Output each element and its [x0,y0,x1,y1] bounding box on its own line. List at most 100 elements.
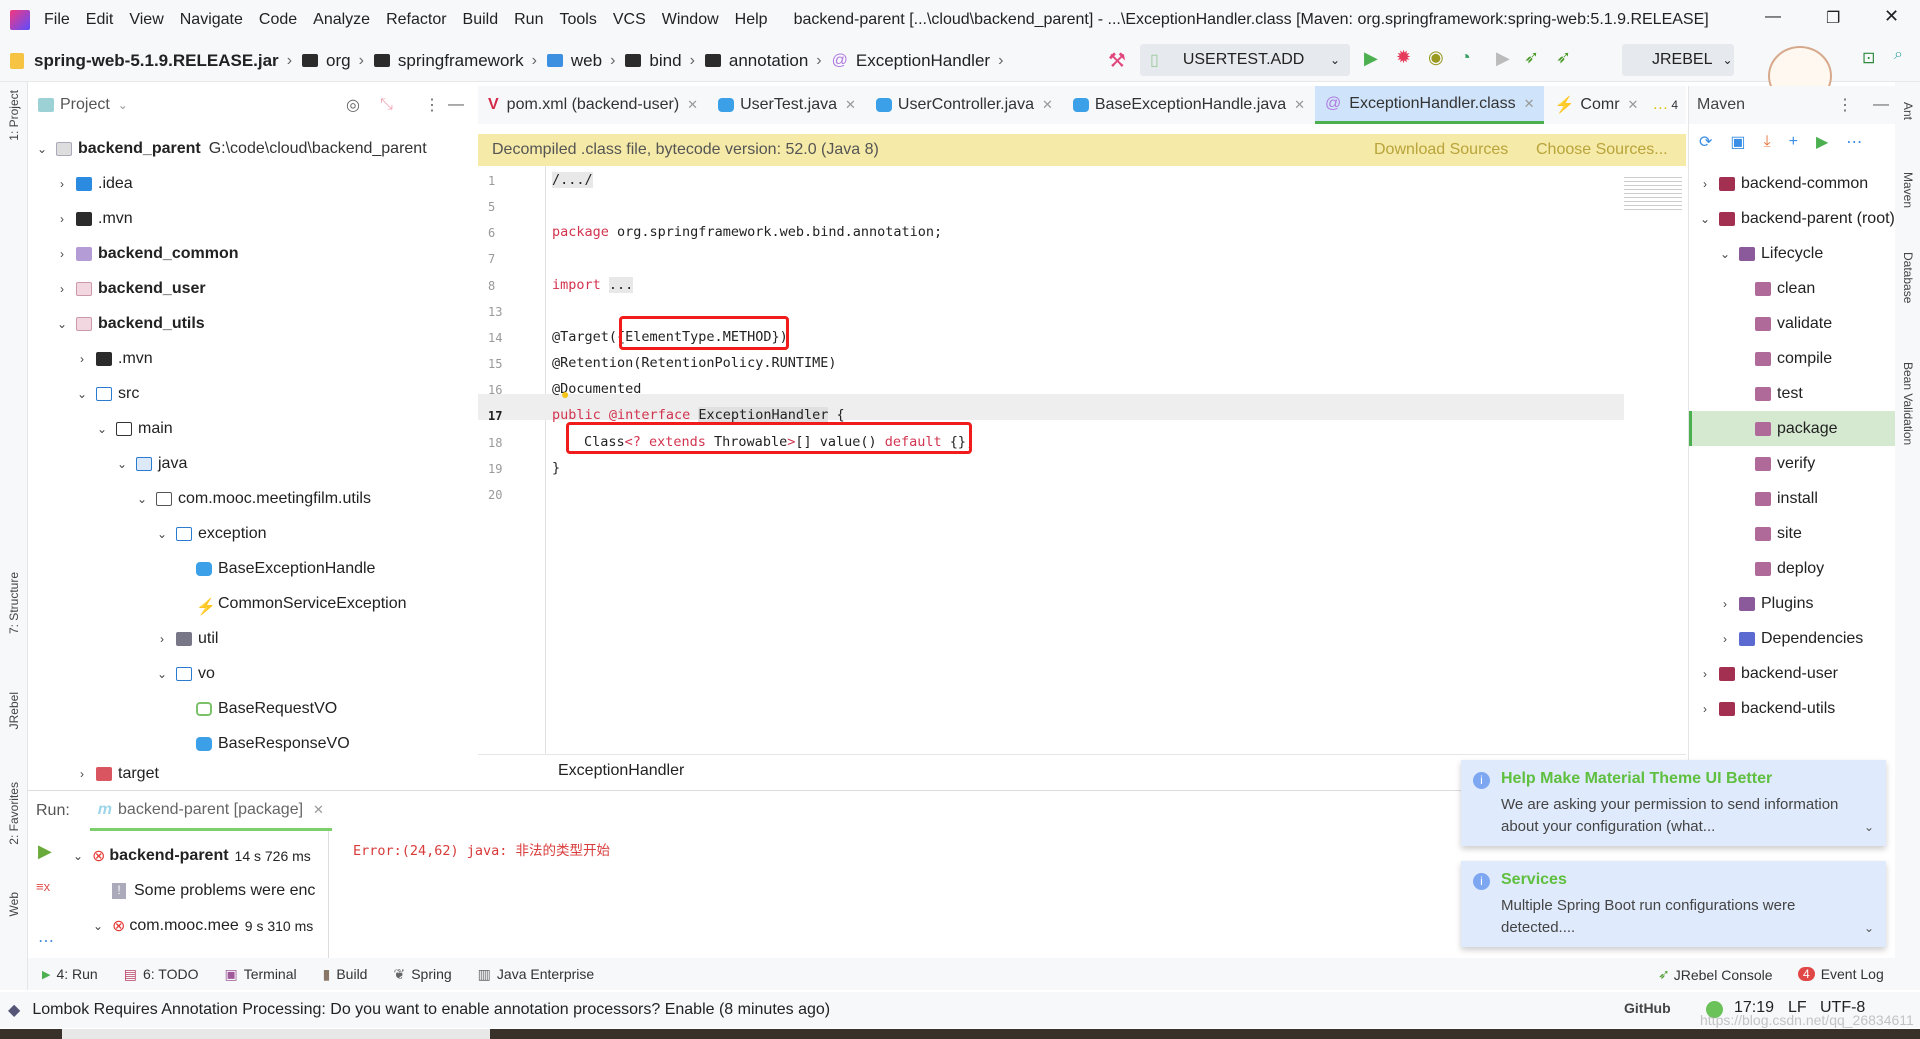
menu-help[interactable]: Help [735,11,768,29]
menu-navigate[interactable]: Navigate [180,11,243,29]
ant-tool-button[interactable]: Ant [1901,102,1915,120]
tree-root[interactable]: ⌄ backend_parent G:\code\cloud\backend_par… [34,131,427,166]
tree-item-java[interactable]: ⌄ java [114,446,187,481]
more-options-icon[interactable]: ⋮ [1837,95,1853,115]
tree-item-backend-utils[interactable]: ⌄ backend_utils [54,306,205,341]
menu-build[interactable]: Build [463,11,499,29]
close-icon[interactable]: ✕ [1524,96,1535,112]
close-icon[interactable]: ✕ [845,97,856,113]
tab-comr[interactable]: ⚡ Comr ✕ [1544,86,1648,124]
menu-run[interactable]: Run [514,11,543,29]
run-tree-item-backend-parent[interactable]: ⌄ ⊗ backend-parent 14 s 726 ms [70,838,311,873]
maven-item-backend-common[interactable]: › backend-common [1697,166,1868,201]
tree-item-baseexceptionhandle[interactable]: BaseExceptionHandle [196,551,375,586]
tree-item-backend-common[interactable]: › backend_common [54,236,238,271]
maven-goal-site[interactable]: site [1755,516,1802,551]
clear-errors-icon[interactable]: ≡x [36,879,50,894]
maven-goal-verify[interactable]: verify [1755,446,1815,481]
rerun-icon[interactable]: ▶ [38,841,52,862]
github-widget[interactable]: GitHub [1624,1000,1671,1016]
web-tool-button[interactable]: Web [7,892,21,916]
maven-goal-clean[interactable]: clean [1755,271,1815,306]
more-icon[interactable]: ⋯ [38,931,54,951]
expand-chevron-icon[interactable]: ⌄ [1864,820,1874,834]
terminal-icon[interactable]: ⊡ [1862,48,1875,68]
maven-item-lifecycle[interactable]: ⌄ Lifecycle [1717,236,1823,271]
locate-icon[interactable]: ◎ [346,95,360,115]
jrebel-run-icon[interactable]: ➶ [1524,47,1539,68]
menu-view[interactable]: View [129,11,163,29]
maven-item-dependencies[interactable]: › Dependencies [1717,621,1863,656]
folded-imports[interactable]: ... [608,277,634,293]
tree-item-idea[interactable]: › .idea [54,166,133,201]
choose-sources-link[interactable]: Choose Sources... [1536,141,1668,159]
restore-button[interactable]: ❐ [1826,8,1840,28]
jrebel-console-button[interactable]: ➶ JRebel Console [1658,966,1773,983]
crumb-org[interactable]: org [326,51,351,71]
search-icon[interactable]: ⌕ [1894,46,1903,64]
debug-icon[interactable]: ✹ [1396,47,1411,68]
close-icon[interactable]: ✕ [313,802,324,818]
maven-item-backend-parent[interactable]: ⌄ backend-parent (root) [1697,201,1895,236]
notification-material-theme[interactable]: i Help Make Material Theme UI Better We … [1461,760,1886,846]
crumb-springframework[interactable]: springframework [398,51,524,71]
download-sources-link[interactable]: Download Sources [1374,141,1508,159]
tab-usercontroller[interactable]: UserController.java ✕ [866,86,1063,124]
notification-services[interactable]: i Services Multiple Spring Boot run conf… [1461,861,1886,947]
terminal-tool-button[interactable]: ▣ Terminal [224,966,296,983]
breadcrumb-item[interactable]: ExceptionHandler [558,762,684,780]
jrebel-dropdown[interactable]: JREBEL ⌄ [1622,44,1734,76]
tree-item-commonserviceexception[interactable]: ⚡ CommonServiceException [196,586,407,621]
coverage-icon[interactable]: ◉ [1428,47,1444,68]
close-icon[interactable]: ✕ [687,97,698,113]
crumb-exceptionhandler[interactable]: ExceptionHandler [856,51,990,71]
console-error-output[interactable]: Error:(24,62) java: 非法的类型开始 [353,839,610,859]
favorites-tool-button[interactable]: 2: Favorites [7,782,21,845]
tree-item-vo[interactable]: ⌄ vo [154,656,215,691]
profiler-icon[interactable]: ◔ [1460,47,1471,68]
menu-window[interactable]: Window [662,11,719,29]
maven-goal-install[interactable]: install [1755,481,1818,516]
expand-chevron-icon[interactable]: ⌄ [1864,921,1874,935]
folded-header-comment[interactable]: /.../ [552,172,593,188]
code-editor[interactable]: 1 5 6 7 8 13 14 15 16 17 18 19 20 /.../ … [478,166,1686,754]
todo-tool-button[interactable]: ▤ 6: TODO [124,966,199,983]
tree-item-target[interactable]: › target [74,761,159,786]
maven-item-backend-utils[interactable]: › backend-utils [1697,691,1835,726]
close-icon[interactable]: ✕ [1628,97,1639,113]
close-window-button[interactable]: ✕ [1884,6,1899,27]
tree-item-baserequestvo[interactable]: BaseRequestVO [196,691,337,726]
maven-tool-button[interactable]: Maven [1901,172,1915,208]
tree-item-package[interactable]: ⌄ com.mooc.meetingfilm.utils [134,481,371,516]
tree-item-main[interactable]: ⌄ main [94,411,173,446]
java-enterprise-tool-button[interactable]: ▥ Java Enterprise [478,966,595,983]
project-tool-button[interactable]: 1: Project [7,90,21,141]
menu-edit[interactable]: Edit [86,11,114,29]
build-hammer-icon[interactable]: ⚒ [1108,48,1126,73]
run-icon[interactable]: ▶ [1364,48,1378,69]
status-message[interactable]: Lombok Requires Annotation Processing: D… [32,1001,830,1019]
menu-analyze[interactable]: Analyze [313,11,370,29]
close-icon[interactable]: ✕ [1294,97,1305,113]
menu-vcs[interactable]: VCS [613,11,646,29]
close-icon[interactable]: ✕ [1042,97,1053,113]
tab-pom-xml[interactable]: Vpom.xml (backend-user) ✕ [478,86,708,124]
maven-goal-test[interactable]: test [1755,376,1803,411]
minimize-button[interactable]: — [1765,8,1781,26]
download-icon[interactable]: ⤓ [1764,133,1771,151]
maven-goal-compile[interactable]: compile [1755,341,1832,376]
maven-item-backend-user[interactable]: › backend-user [1697,656,1838,691]
reload-icon[interactable]: ⟳ [1699,132,1712,152]
maven-goal-package[interactable]: package [1755,411,1838,446]
tree-item-baseresponsevo[interactable]: BaseResponseVO [196,726,350,761]
more-icon[interactable]: ⋯ [1846,132,1862,152]
more-options-icon[interactable]: ⋮ [424,95,440,115]
tab-usertest[interactable]: UserTest.java ✕ [708,86,866,124]
jrebel-tool-button[interactable]: JRebel [7,692,21,729]
tree-item-util[interactable]: › util [154,621,218,656]
hide-panel-icon[interactable]: — [1873,96,1889,114]
build-tool-button[interactable]: ▮ Build [323,966,368,983]
run-config-dropdown[interactable]: ▯ USERTEST.ADD ⌄ [1140,44,1350,76]
jrebel-debug-icon[interactable]: ➶ [1556,47,1571,68]
run-tab[interactable]: m backend-parent [package] ✕ [89,791,332,831]
